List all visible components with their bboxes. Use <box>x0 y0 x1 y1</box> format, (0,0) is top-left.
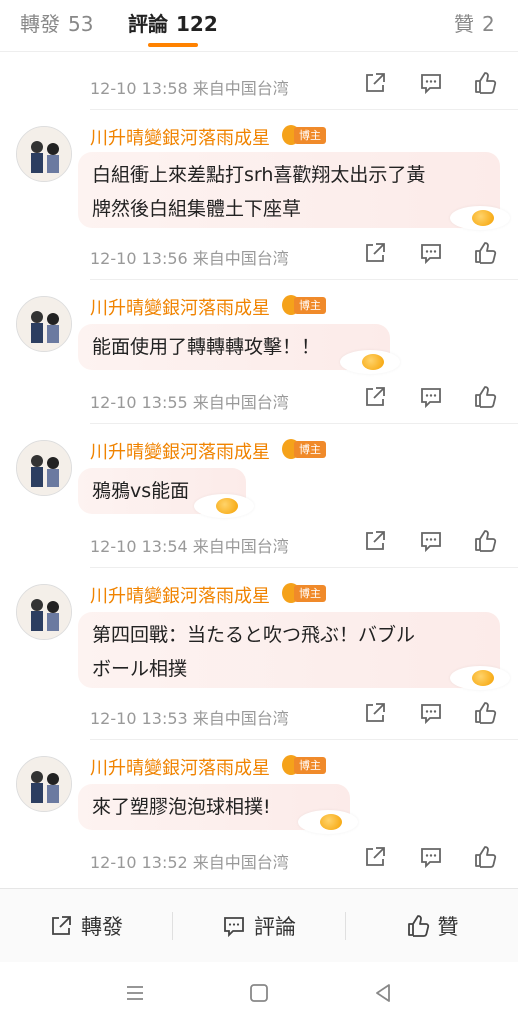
avatar[interactable] <box>16 126 72 182</box>
username[interactable]: 川升晴變銀河落雨成星 <box>90 294 270 320</box>
badge-label: 博主 <box>294 757 326 774</box>
tab-likes[interactable]: 贊2 <box>454 8 495 37</box>
tab-comments-label: 評論 <box>128 12 168 36</box>
divider <box>90 423 518 424</box>
comment-meta: 12-10 13:58 来自中国台湾 <box>90 70 500 100</box>
reply-icon[interactable] <box>418 70 444 96</box>
avatar[interactable] <box>16 440 72 496</box>
comment-time: 12-10 13:54 来自中国台湾 <box>90 537 289 556</box>
thumbs-up-icon[interactable] <box>472 700 498 726</box>
thumbs-up-icon[interactable] <box>472 844 498 870</box>
thumbs-up-icon <box>407 915 429 937</box>
reply-icon[interactable] <box>418 240 444 266</box>
divider <box>90 739 518 740</box>
reply-icon[interactable] <box>418 700 444 726</box>
comment-label: 評論 <box>254 915 296 939</box>
tab-reposts-count: 53 <box>68 12 94 36</box>
badge-label: 博主 <box>294 127 326 144</box>
thumbs-up-icon[interactable] <box>472 240 498 266</box>
avatar[interactable] <box>16 584 72 640</box>
comment-time: 12-10 13:58 来自中国台湾 <box>90 79 289 98</box>
comment-list: 12-10 13:58 来自中国台湾 川升晴變銀河落雨成星 博主 白組衝上來差點… <box>0 52 518 888</box>
blogger-badge: 博主 <box>282 295 326 317</box>
badge-label: 博主 <box>294 441 326 458</box>
badge-label: 博主 <box>294 297 326 314</box>
share-icon[interactable] <box>362 844 388 870</box>
share-icon[interactable] <box>362 384 388 410</box>
username[interactable]: 川升晴變銀河落雨成星 <box>90 582 270 608</box>
tab-likes-count: 2 <box>482 12 495 36</box>
comment-time: 12-10 13:53 来自中国台湾 <box>90 709 289 728</box>
comment-meta: 12-10 13:55 来自中国台湾 <box>90 384 500 414</box>
top-tab-bar: 轉發 53 評論 122 贊2 <box>0 0 518 52</box>
comment-button[interactable]: 評論 <box>173 889 345 963</box>
share-icon[interactable] <box>362 528 388 554</box>
divider <box>90 567 518 568</box>
repost-label: 轉發 <box>81 915 123 939</box>
comment-meta: 12-10 13:53 来自中国台湾 <box>90 700 500 730</box>
badge-label: 博主 <box>294 585 326 602</box>
egg-sticker-icon <box>298 806 358 834</box>
system-nav-bar <box>0 962 518 1024</box>
username[interactable]: 川升晴變銀河落雨成星 <box>90 124 270 150</box>
blogger-badge: 博主 <box>282 125 326 147</box>
share-icon[interactable] <box>362 240 388 266</box>
comment-meta: 12-10 13:52 来自中国台湾 <box>90 844 500 874</box>
tab-comments[interactable]: 評論 122 <box>128 8 218 37</box>
tab-reposts-label: 轉發 <box>20 12 60 36</box>
reply-icon[interactable] <box>418 528 444 554</box>
active-tab-indicator <box>148 43 198 47</box>
comment-text-line: ボール相撲 <box>92 658 188 680</box>
reply-icon[interactable] <box>418 844 444 870</box>
comment-text-line: 牌然後白組集體土下座草 <box>92 198 302 220</box>
repost-button[interactable]: 轉發 <box>0 889 172 963</box>
username[interactable]: 川升晴變銀河落雨成星 <box>90 754 270 780</box>
comment-bubble: 第四回戰：当たると吹つ飛ぶ！バブル ボール相撲 <box>78 612 500 688</box>
avatar[interactable] <box>16 756 72 812</box>
back-icon[interactable] <box>370 980 396 1006</box>
comment-meta: 12-10 13:56 来自中国台湾 <box>90 240 500 270</box>
blogger-badge: 博主 <box>282 583 326 605</box>
egg-sticker-icon <box>450 662 510 690</box>
tab-reposts[interactable]: 轉發 53 <box>20 8 93 37</box>
blogger-badge: 博主 <box>282 755 326 777</box>
comment-time: 12-10 13:56 来自中国台湾 <box>90 249 289 268</box>
divider <box>90 279 518 280</box>
avatar[interactable] <box>16 296 72 352</box>
comment-text-line: 第四回戰：当たると吹つ飛ぶ！バブル <box>92 624 416 646</box>
tab-likes-label: 贊 <box>454 12 474 36</box>
comment-bubble: 白組衝上來差點打srh喜歡翔太出示了黃 牌然後白組集體土下座草 <box>78 152 500 228</box>
like-button[interactable]: 贊 <box>346 889 518 963</box>
egg-sticker-icon <box>194 490 254 518</box>
share-icon[interactable] <box>362 70 388 96</box>
divider <box>90 109 518 110</box>
share-icon <box>52 916 71 935</box>
comment-text-line: 白組衝上來差點打srh喜歡翔太出示了黃 <box>92 164 426 186</box>
reply-icon[interactable] <box>418 384 444 410</box>
menu-icon[interactable] <box>122 980 148 1006</box>
username[interactable]: 川升晴變銀河落雨成星 <box>90 438 270 464</box>
blogger-badge: 博主 <box>282 439 326 461</box>
thumbs-up-icon[interactable] <box>472 70 498 96</box>
tab-comments-count: 122 <box>176 12 218 36</box>
thumbs-up-icon[interactable] <box>472 528 498 554</box>
bottom-action-bar: 轉發 評論 贊 <box>0 888 518 962</box>
like-label: 贊 <box>437 915 459 939</box>
comment-text-line: 能面使用了轉轉轉攻擊！！ <box>92 336 321 358</box>
comment-meta: 12-10 13:54 来自中国台湾 <box>90 528 500 558</box>
comment-time: 12-10 13:52 来自中国台湾 <box>90 853 289 872</box>
thumbs-up-icon[interactable] <box>472 384 498 410</box>
egg-sticker-icon <box>340 346 400 374</box>
egg-sticker-icon <box>450 202 510 230</box>
reply-icon <box>224 917 244 938</box>
home-icon[interactable] <box>246 980 272 1006</box>
share-icon[interactable] <box>362 700 388 726</box>
comment-time: 12-10 13:55 来自中国台湾 <box>90 393 289 412</box>
